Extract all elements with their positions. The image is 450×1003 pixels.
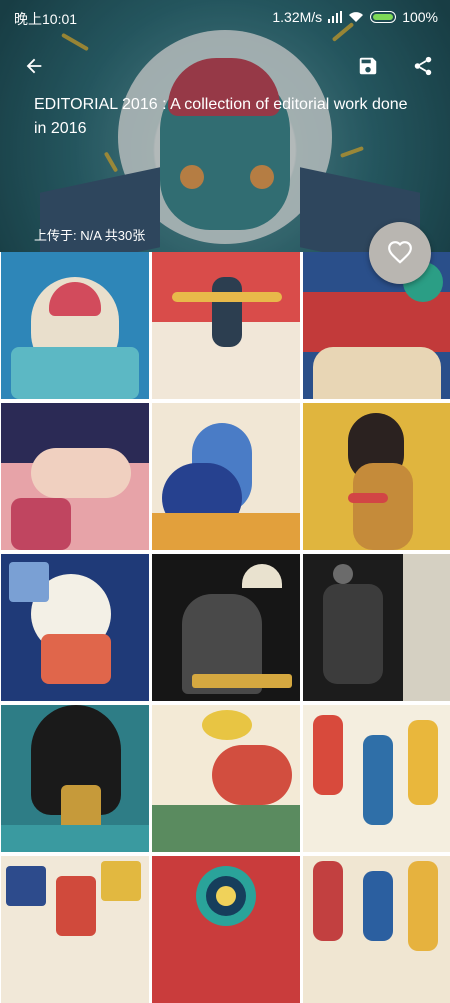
- thumbnail-art-shape: [11, 498, 71, 550]
- thumbnail-art-shape: [152, 513, 300, 550]
- thumbnail-art-shape: [56, 876, 96, 936]
- gallery-thumbnail[interactable]: [1, 403, 149, 550]
- gallery-thumbnail[interactable]: [303, 403, 450, 550]
- thumbnail-art-shape: [403, 554, 450, 701]
- thumbnail-art-shape: [363, 735, 393, 825]
- signal-icon: [328, 11, 343, 23]
- save-icon: [359, 57, 377, 75]
- status-bar: 晚上10:01 1.32M/s 100%: [0, 0, 450, 32]
- wifi-icon: [349, 12, 364, 22]
- share-icon: [414, 56, 432, 76]
- thumbnail-art-shape: [348, 493, 388, 503]
- thumbnail-art-shape: [363, 871, 393, 941]
- gallery-thumbnail[interactable]: [303, 856, 450, 1003]
- gallery-thumbnail[interactable]: [1, 856, 149, 1003]
- thumbnail-art-shape: [353, 463, 413, 550]
- thumbnail-art-shape: [313, 715, 343, 795]
- thumbnail-art-shape: [202, 710, 252, 740]
- thumbnail-art-shape: [101, 861, 141, 901]
- thumbnail-art-shape: [242, 564, 282, 588]
- thumbnail-art-shape: [408, 861, 438, 951]
- thumbnail-art-shape: [333, 564, 353, 584]
- thumbnail-art-shape: [6, 866, 46, 906]
- thumbnail-art-shape: [41, 634, 111, 684]
- thumbnail-art-shape: [31, 448, 131, 498]
- back-button[interactable]: [16, 48, 52, 84]
- gallery-thumbnail[interactable]: [303, 705, 450, 852]
- cover-header: 晚上10:01 1.32M/s 100% EDITORIAL 2016 : A: [0, 0, 450, 252]
- album-title: EDITORIAL 2016 : A collection of editori…: [34, 96, 408, 137]
- battery-icon: [370, 11, 397, 23]
- thumbnail-art-shape: [192, 674, 292, 688]
- gallery-thumbnail[interactable]: [1, 705, 149, 852]
- status-time: 晚上10:01: [14, 11, 78, 27]
- thumbnail-art-shape: [152, 805, 300, 852]
- gallery-thumbnail[interactable]: [152, 856, 300, 1003]
- network-speed: 1.32M/s: [272, 9, 323, 25]
- favorite-button[interactable]: [369, 222, 431, 284]
- thumbnail-art-shape: [323, 584, 383, 684]
- share-button[interactable]: [405, 48, 441, 84]
- gallery-thumbnail[interactable]: [152, 403, 300, 550]
- gallery-thumbnail[interactable]: [152, 252, 300, 399]
- thumbnail-art-shape: [313, 347, 441, 399]
- gallery-thumbnail[interactable]: [1, 554, 149, 701]
- thumbnail-art-shape: [1, 825, 149, 852]
- gallery-thumbnail[interactable]: [303, 554, 450, 701]
- save-button[interactable]: [350, 48, 386, 84]
- back-arrow-icon: [26, 58, 42, 74]
- thumbnail-art-shape: [212, 745, 292, 805]
- gallery-thumbnail[interactable]: [1, 252, 149, 399]
- thumbnail-art-shape: [216, 886, 236, 906]
- battery-percent: 100%: [402, 9, 438, 25]
- thumbnail-art-shape: [9, 562, 49, 602]
- album-meta: 上传于: N/A 共30张: [34, 228, 146, 243]
- gallery-thumbnail[interactable]: [152, 705, 300, 852]
- thumbnail-art-shape: [313, 861, 343, 941]
- gallery-thumbnail[interactable]: [152, 554, 300, 701]
- image-grid: [0, 252, 450, 1003]
- thumbnail-art-shape: [172, 292, 282, 302]
- thumbnail-art-shape: [11, 347, 139, 399]
- heart-icon: [388, 241, 412, 264]
- thumbnail-art-shape: [212, 277, 242, 347]
- thumbnail-art-shape: [408, 720, 438, 805]
